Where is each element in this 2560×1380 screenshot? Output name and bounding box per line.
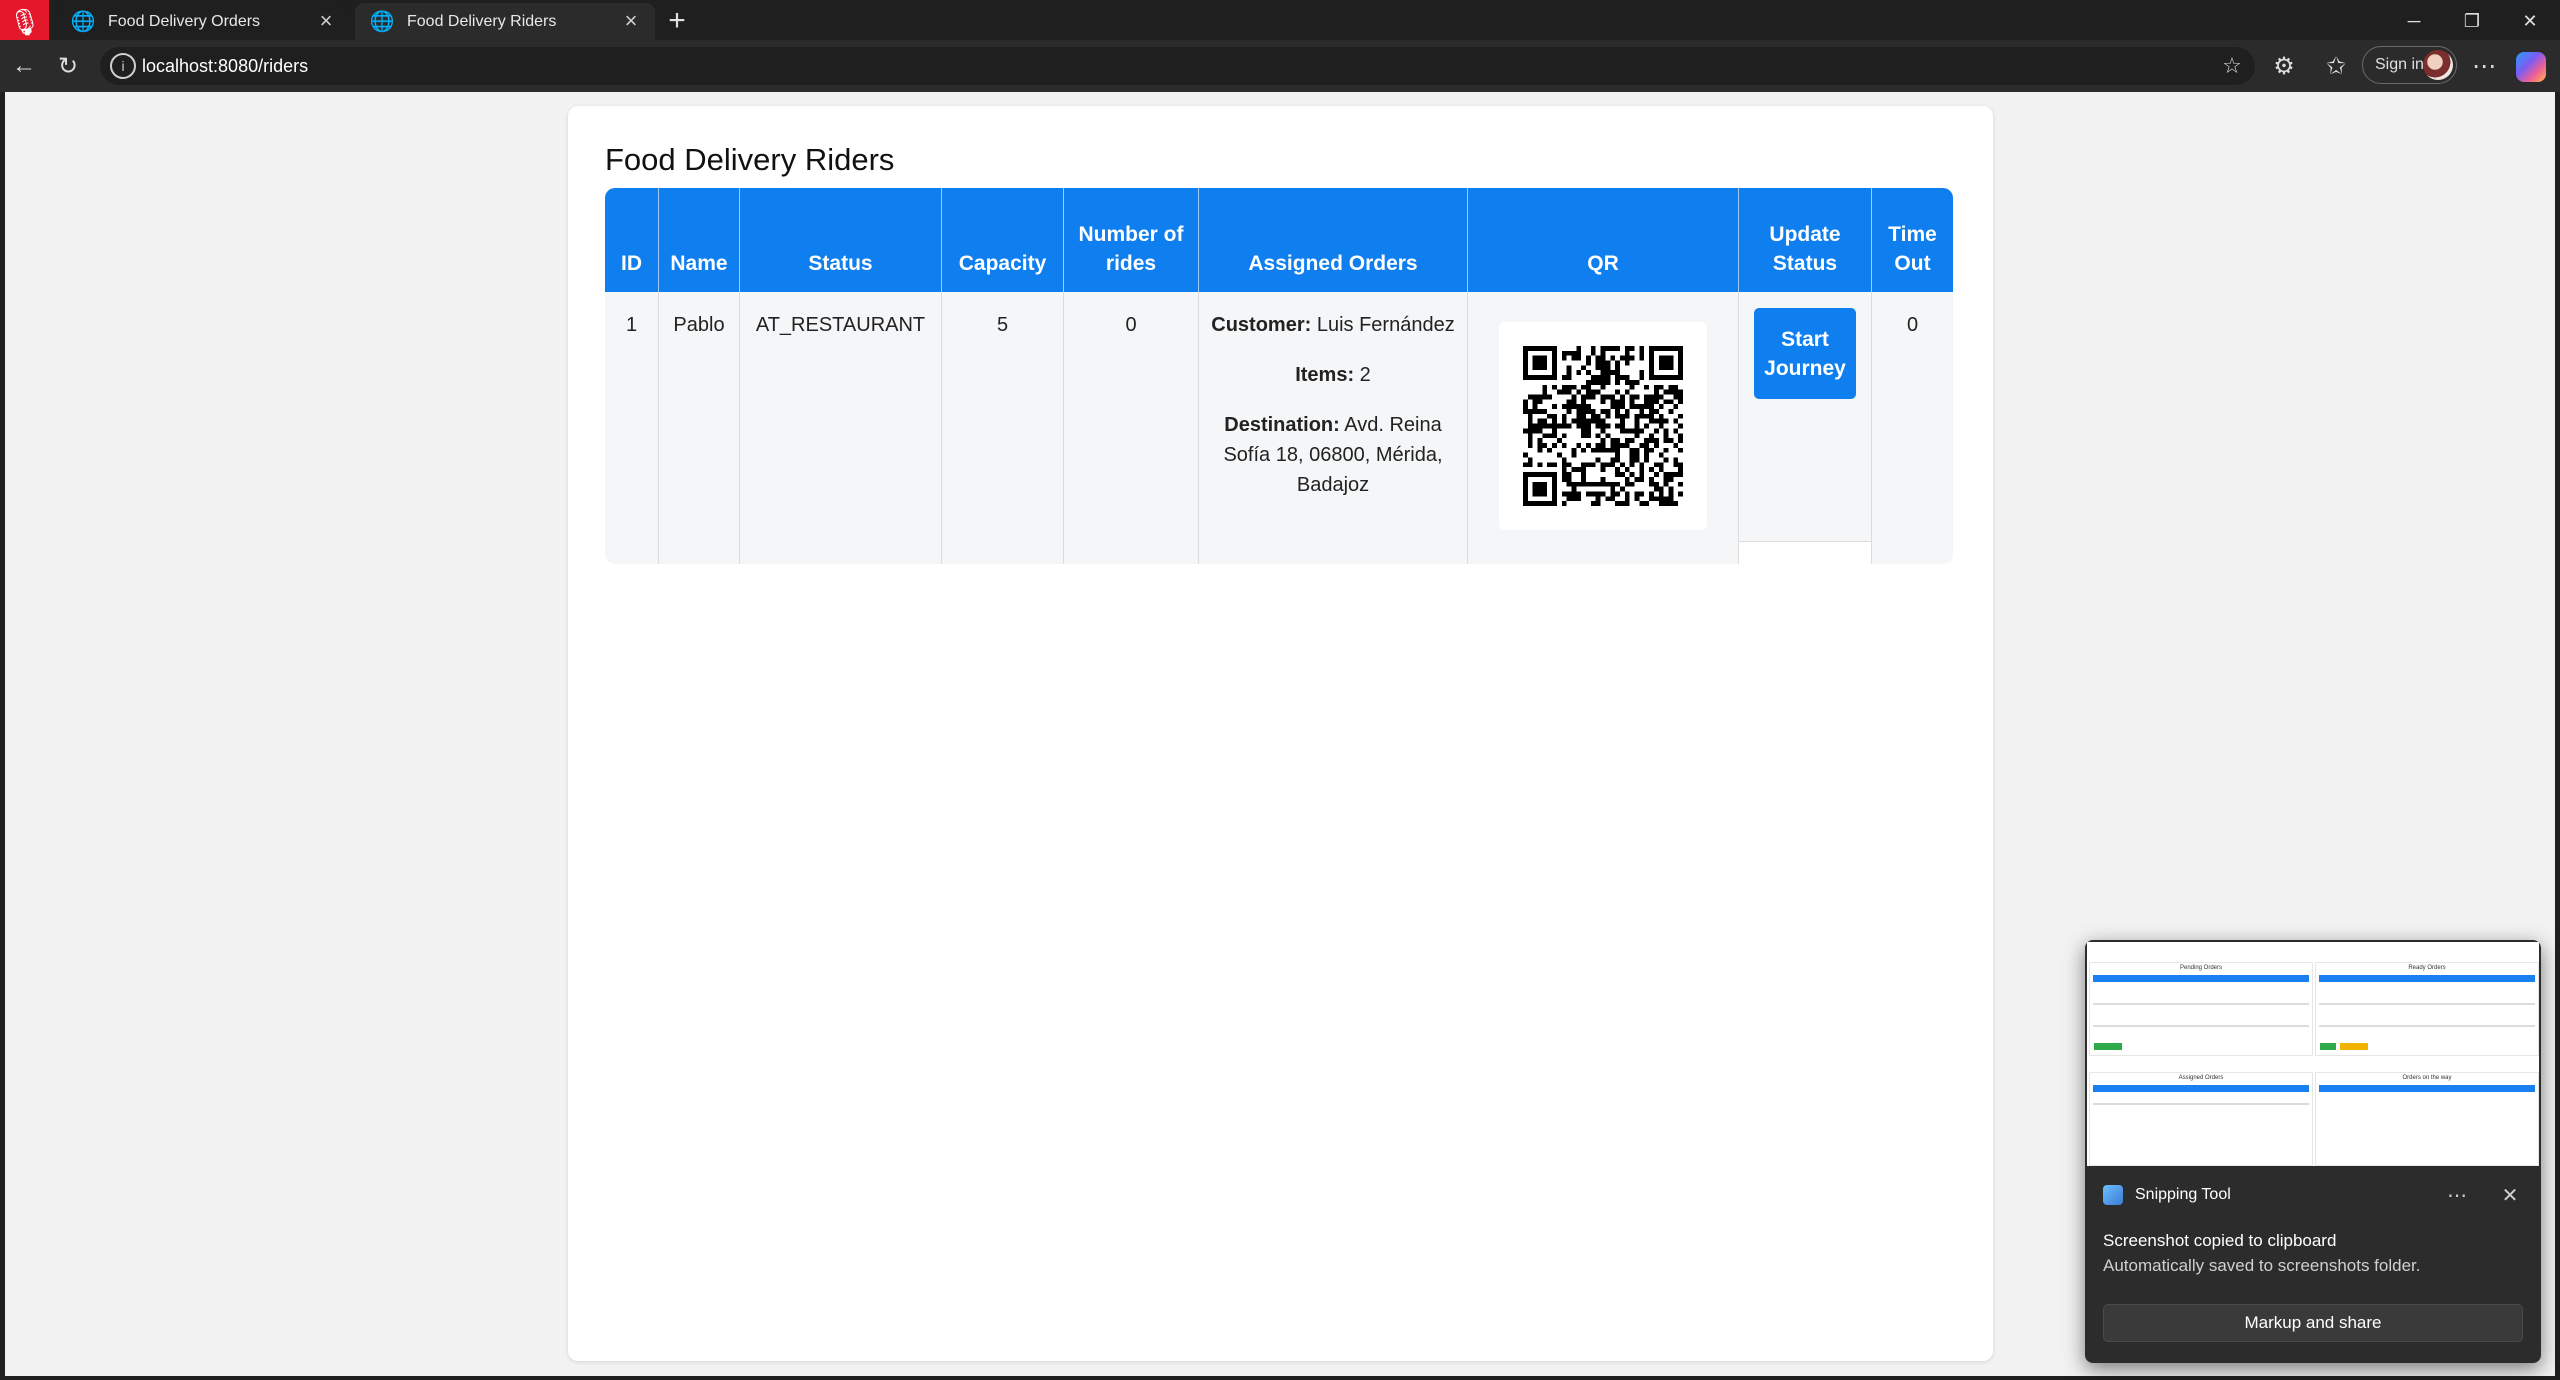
back-arrow-icon[interactable]: ←: [6, 48, 42, 84]
sign-in-button[interactable]: Sign in: [2362, 46, 2457, 84]
close-tab-icon[interactable]: ×: [617, 7, 645, 35]
avatar: [2423, 50, 2453, 80]
order-items: Items: 2: [1295, 364, 1371, 386]
page-title: Food Delivery Riders: [605, 142, 895, 177]
riders-table: ID Name Status Capacity Number of rides …: [605, 188, 1953, 564]
header-assigned-orders: Assigned Orders: [1199, 188, 1468, 292]
cell-status: AT_RESTAURANT: [740, 292, 942, 564]
cell-time-out: 0: [1872, 292, 1953, 564]
toast-app-name: Snipping Tool: [2135, 1186, 2231, 1203]
globe-icon: 🌐: [70, 11, 96, 33]
snipping-tool-notification[interactable]: Pending Orders Ready Orders Assigned Ord…: [2085, 940, 2541, 1363]
screenshot-preview[interactable]: Pending Orders Ready Orders Assigned Ord…: [2087, 942, 2539, 1166]
tab-food-delivery-orders[interactable]: 🌐 Food Delivery Orders ×: [56, 3, 350, 40]
preview-panel: Ready Orders: [2315, 962, 2539, 1056]
cell-qr: [1468, 292, 1739, 564]
preview-panel: Assigned Orders: [2089, 1072, 2313, 1166]
riders-card: Food Delivery Riders ID Name Status Capa…: [568, 106, 1993, 1361]
cell-capacity: 5: [942, 292, 1064, 564]
browser-toolbar: ← ↻ i localhost:8080/riders ☆ ⚙ ✩ Sign i…: [0, 40, 2560, 92]
close-tab-icon[interactable]: ×: [312, 7, 340, 35]
toast-heading: Screenshot copied to clipboard: [2103, 1231, 2337, 1250]
snipping-tool-icon: [2103, 1185, 2123, 1205]
riders-table-wrap: ID Name Status Capacity Number of rides …: [605, 188, 1953, 564]
header-capacity: Capacity: [942, 188, 1064, 292]
close-window-icon[interactable]: ✕: [2502, 6, 2558, 36]
cell-assigned-orders: Customer: Luis Fernández Items: 2 Destin…: [1199, 292, 1468, 564]
info-icon[interactable]: i: [110, 53, 136, 79]
order-customer: Customer: Luis Fernández: [1211, 314, 1455, 336]
cell-name: Pablo: [659, 292, 740, 564]
puzzle-icon[interactable]: ⚙: [2266, 48, 2302, 84]
more-icon[interactable]: ⋯: [2442, 1183, 2472, 1207]
header-qr: QR: [1468, 188, 1739, 292]
header-status: Status: [740, 188, 942, 292]
star-icon[interactable]: ☆: [2217, 51, 2247, 81]
qr-code-frame: [1499, 322, 1707, 530]
close-icon[interactable]: ✕: [2495, 1183, 2525, 1207]
tab-food-delivery-riders[interactable]: 🌐 Food Delivery Riders ×: [355, 3, 655, 40]
address-bar[interactable]: i localhost:8080/riders ☆: [100, 47, 2255, 85]
url-text[interactable]: localhost:8080/riders: [142, 56, 308, 77]
toast-app-header: Snipping Tool: [2103, 1185, 2231, 1205]
markup-and-share-button[interactable]: Markup and share: [2103, 1304, 2523, 1342]
restore-icon[interactable]: ❐: [2444, 6, 2500, 36]
header-time-out: Time Out: [1872, 188, 1953, 292]
start-journey-button[interactable]: Start Journey: [1754, 308, 1856, 399]
table-row: 1 Pablo AT_RESTAURANT 5 0 Customer: Luis…: [605, 292, 1953, 564]
preview-panel: Orders on the way: [2315, 1072, 2539, 1166]
refresh-icon[interactable]: ↻: [50, 48, 86, 84]
toast-body: Automatically saved to screenshots folde…: [2103, 1256, 2421, 1275]
header-update-status: Update Status: [1739, 188, 1872, 292]
minimize-icon[interactable]: ─: [2386, 6, 2442, 36]
order-destination: Destination: Avd. Reina Sofía 18, 06800,…: [1223, 414, 1443, 496]
preview-panel: Pending Orders: [2089, 962, 2313, 1056]
more-icon[interactable]: ⋯: [2466, 48, 2502, 84]
tab-bar: 🎙 🌐 Food Delivery Orders × 🌐 Food Delive…: [0, 0, 2560, 44]
cell-update-status: Start Journey: [1739, 292, 1872, 564]
microphone-muted-icon[interactable]: 🎙: [0, 0, 49, 44]
qr-code-image: [1523, 346, 1683, 506]
tab-title: Food Delivery Riders: [407, 12, 557, 30]
copilot-icon[interactable]: [2516, 52, 2546, 82]
cell-rides: 0: [1064, 292, 1199, 564]
header-id: ID: [605, 188, 659, 292]
header-number-of-rides: Number of rides: [1064, 188, 1199, 292]
header-name: Name: [659, 188, 740, 292]
favorites-icon[interactable]: ✩: [2318, 48, 2354, 84]
table-header-row: ID Name Status Capacity Number of rides …: [605, 188, 1953, 292]
tab-title: Food Delivery Orders: [108, 12, 261, 30]
new-tab-icon[interactable]: +: [660, 4, 694, 38]
globe-icon: 🌐: [369, 11, 395, 33]
cell-id: 1: [605, 292, 659, 564]
